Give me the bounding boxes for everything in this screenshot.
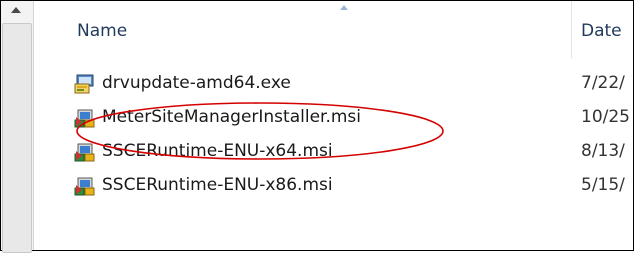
highlight-circle: [76, 102, 444, 160]
exe-setup-icon: [74, 74, 94, 94]
column-header-date[interactable]: Date: [581, 21, 622, 41]
file-date: 7/22/: [581, 73, 625, 93]
column-divider[interactable]: [571, 1, 572, 58]
file-row[interactable]: SSCERuntime-ENU-x86.msi 5/15/: [34, 169, 633, 203]
file-explorer-window: Name Date drvupdate-amd64.exe 7/22/ Mete…: [0, 0, 634, 253]
file-name[interactable]: SSCERuntime-ENU-x86.msi: [102, 175, 333, 195]
sort-ascending-icon: [340, 5, 348, 10]
msi-installer-icon: [74, 177, 95, 196]
file-name[interactable]: drvupdate-amd64.exe: [102, 73, 291, 93]
column-header-name[interactable]: Name: [77, 21, 127, 41]
vertical-scrollbar[interactable]: [1, 1, 34, 253]
file-row[interactable]: drvupdate-amd64.exe 7/22/: [34, 67, 633, 101]
file-date: 5/15/: [581, 175, 625, 195]
file-date: 8/13/: [581, 141, 625, 161]
file-date: 10/25: [581, 107, 630, 127]
column-header-row: Name Date: [34, 1, 633, 58]
scroll-up-arrow-icon[interactable]: [11, 7, 21, 13]
scrollbar-thumb[interactable]: [2, 23, 32, 253]
